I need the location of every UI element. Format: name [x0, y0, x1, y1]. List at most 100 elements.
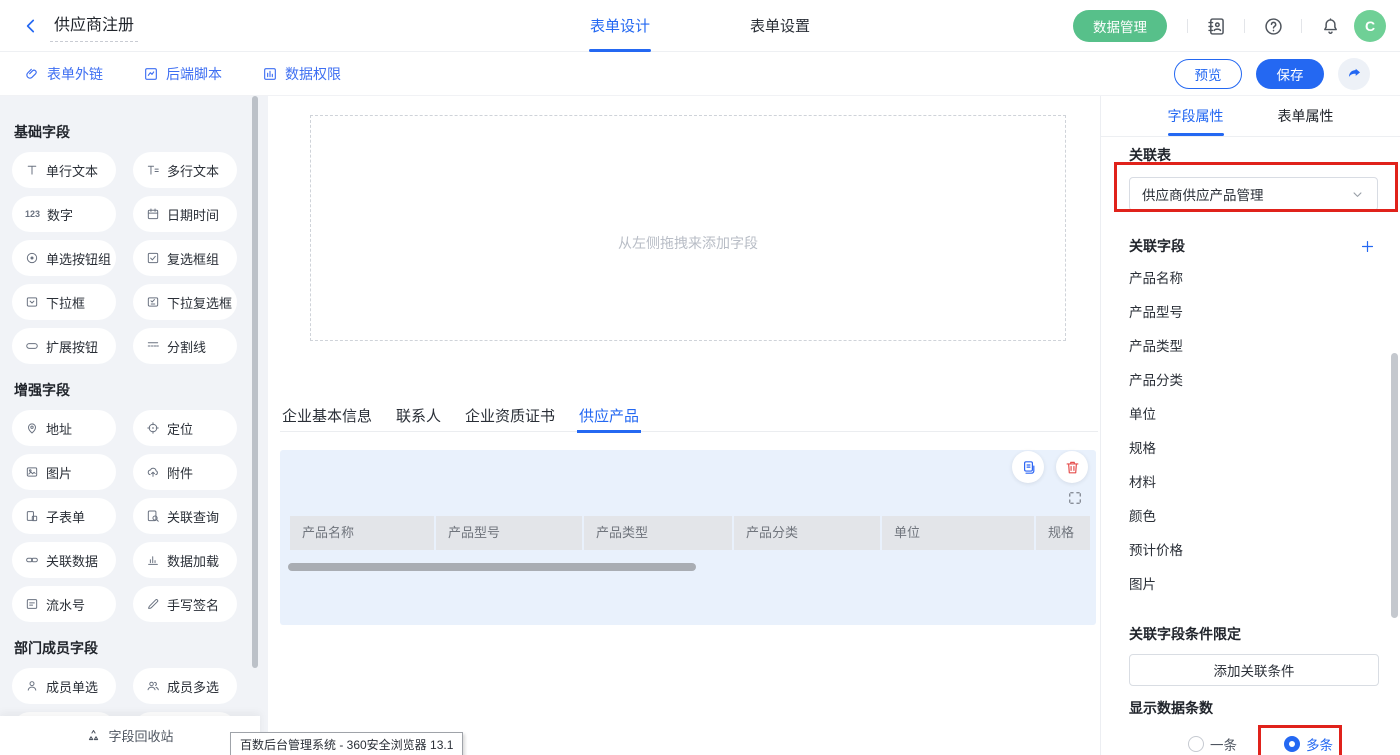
serial-number-icon [25, 597, 39, 611]
add-condition-button[interactable]: 添加关联条件 [1129, 654, 1379, 686]
browser-tooltip: 百数后台管理系统 - 360安全浏览器 13.1 [230, 732, 463, 755]
tab-form-settings[interactable]: 表单设置 [750, 0, 810, 52]
field-button-select[interactable]: 下拉框 [12, 284, 116, 320]
recycle-icon [86, 728, 101, 743]
field-button-number[interactable]: 123数字 [12, 196, 116, 232]
field-button-serial-number[interactable]: 流水号 [12, 586, 116, 622]
field-button-image[interactable]: 图片 [12, 454, 116, 490]
tab-field-properties[interactable]: 字段属性 [1168, 96, 1224, 136]
radio-option-multiple[interactable]: 多条 [1284, 734, 1333, 754]
address-book-icon[interactable] [1198, 8, 1234, 44]
tab-supplied-products[interactable]: 供应产品 [577, 399, 641, 431]
field-button-datetime[interactable]: 日期时间 [133, 196, 237, 232]
script-icon [143, 66, 159, 82]
field-button-multi-select[interactable]: 下拉复选框 [133, 284, 237, 320]
field-button-related-data[interactable]: 关联数据 [12, 542, 116, 578]
multi-select-icon [146, 295, 160, 309]
tab-contact-person[interactable]: 联系人 [394, 399, 443, 431]
form-title[interactable]: 供应商注册 [50, 9, 138, 42]
related-field-item[interactable]: 单位 [1129, 398, 1400, 432]
form-canvas: 从左侧拖拽来添加字段 企业基本信息 联系人 企业资质证书 供应产品 产品名称 产… [268, 96, 1100, 755]
related-field-item[interactable]: 预计价格 [1129, 534, 1400, 568]
related-fields-list: 产品名称 产品型号 产品类型 产品分类 单位 规格 材料 颜色 预计价格 图片 [1129, 262, 1400, 602]
checkbox-icon [146, 251, 160, 265]
properties-panel: 字段属性 表单属性 关联表 供应商供应产品管理 关联字段 产品名称 产品型号 产… [1100, 96, 1400, 755]
image-icon [25, 465, 39, 479]
field-button-expand-button[interactable]: 扩展按钮 [12, 328, 116, 364]
avatar[interactable]: C [1354, 10, 1386, 42]
add-field-plus-icon[interactable] [1359, 238, 1376, 255]
field-button-location[interactable]: 定位 [133, 410, 237, 446]
field-button-checkbox-group[interactable]: 复选框组 [133, 240, 237, 276]
field-button-radio-group[interactable]: 单选按钮组 [12, 240, 116, 276]
top-header: 供应商注册 表单设计 表单设置 数据管理 C [0, 0, 1400, 52]
member-multi-icon [146, 679, 160, 693]
field-palette-sidebar: 基础字段 单行文本 多行文本 123数字 日期时间 单选按钮组 复选框组 下拉框… [0, 96, 268, 755]
share-arrow-icon[interactable] [1338, 58, 1370, 90]
permission-icon [262, 66, 278, 82]
radio-option-single[interactable]: 一条 [1188, 734, 1237, 754]
divider [1301, 19, 1302, 33]
radio-icon [25, 251, 39, 265]
data-manage-button[interactable]: 数据管理 [1073, 10, 1167, 42]
field-button-member-multi[interactable]: 成员多选 [133, 668, 237, 704]
radio-checked-icon [1284, 736, 1300, 752]
field-recycle-bin-bar[interactable]: 字段回收站 [0, 716, 260, 755]
field-button-divider[interactable]: 分割线 [133, 328, 237, 364]
properties-tabs: 字段属性 表单属性 [1101, 96, 1400, 137]
map-pin-icon [25, 421, 39, 435]
related-query-icon [146, 509, 160, 523]
tab-company-basic-info[interactable]: 企业基本信息 [280, 399, 374, 431]
sidebar-scrollbar[interactable] [252, 96, 258, 668]
field-button-single-line-text[interactable]: 单行文本 [12, 152, 116, 188]
related-fields-header: 关联字段 [1129, 236, 1376, 256]
cloud-upload-icon [146, 465, 160, 479]
member-single-icon [25, 679, 39, 693]
divider [1187, 19, 1188, 33]
expand-icon[interactable] [1066, 489, 1084, 507]
related-field-item[interactable]: 规格 [1129, 432, 1400, 466]
tab-company-certificates[interactable]: 企业资质证书 [463, 399, 557, 431]
field-button-related-query[interactable]: 关联查询 [133, 498, 237, 534]
subtable-header-row: 产品名称 产品型号 产品类型 产品分类 单位 规格 [290, 516, 1090, 550]
tab-form-design[interactable]: 表单设计 [590, 0, 650, 52]
pill-button-icon [25, 339, 39, 353]
related-field-item[interactable]: 产品类型 [1129, 330, 1400, 364]
display-count-radio-group: 一条 多条 [1188, 734, 1400, 754]
backend-script-button[interactable]: 后端脚本 [143, 64, 222, 84]
field-button-multi-line-text[interactable]: 多行文本 [133, 152, 237, 188]
subform-icon [25, 509, 39, 523]
related-field-item[interactable]: 产品名称 [1129, 262, 1400, 296]
multi-line-text-icon [146, 163, 160, 177]
related-field-item[interactable]: 产品分类 [1129, 364, 1400, 398]
related-field-item[interactable]: 颜色 [1129, 500, 1400, 534]
subtable-widget[interactable]: 产品名称 产品型号 产品类型 产品分类 单位 规格 [280, 450, 1096, 625]
trash-icon[interactable] [1056, 451, 1088, 483]
related-table-select[interactable]: 供应商供应产品管理 [1129, 177, 1378, 211]
data-permission-button[interactable]: 数据权限 [262, 64, 341, 84]
back-button[interactable] [22, 17, 40, 35]
field-button-data-load[interactable]: 数据加载 [133, 542, 237, 578]
tab-form-properties[interactable]: 表单属性 [1278, 96, 1334, 136]
preview-button[interactable]: 预览 [1174, 59, 1242, 89]
number-123-icon: 123 [25, 209, 40, 219]
section-title-members: 部门成员字段 [14, 638, 254, 658]
field-button-attachment[interactable]: 附件 [133, 454, 237, 490]
select-icon [25, 295, 39, 309]
help-icon[interactable] [1255, 8, 1291, 44]
field-button-signature[interactable]: 手写签名 [133, 586, 237, 622]
field-button-subform[interactable]: 子表单 [12, 498, 116, 534]
related-field-item[interactable]: 图片 [1129, 568, 1400, 602]
horizontal-scrollbar[interactable] [288, 563, 696, 571]
panel-scrollbar[interactable] [1391, 353, 1398, 618]
form-designer-app: 供应商注册 表单设计 表单设置 数据管理 C 表单外链 后端脚本 数据权限 预览… [0, 0, 1400, 755]
field-button-member-single[interactable]: 成员单选 [12, 668, 116, 704]
related-field-item[interactable]: 材料 [1129, 466, 1400, 500]
bell-icon[interactable] [1312, 8, 1348, 44]
related-field-item[interactable]: 产品型号 [1129, 296, 1400, 330]
drop-zone[interactable]: 从左侧拖拽来添加字段 [310, 115, 1066, 341]
copy-icon[interactable] [1012, 451, 1044, 483]
external-link-button[interactable]: 表单外链 [24, 64, 103, 84]
save-button[interactable]: 保存 [1256, 59, 1324, 89]
field-button-address[interactable]: 地址 [12, 410, 116, 446]
